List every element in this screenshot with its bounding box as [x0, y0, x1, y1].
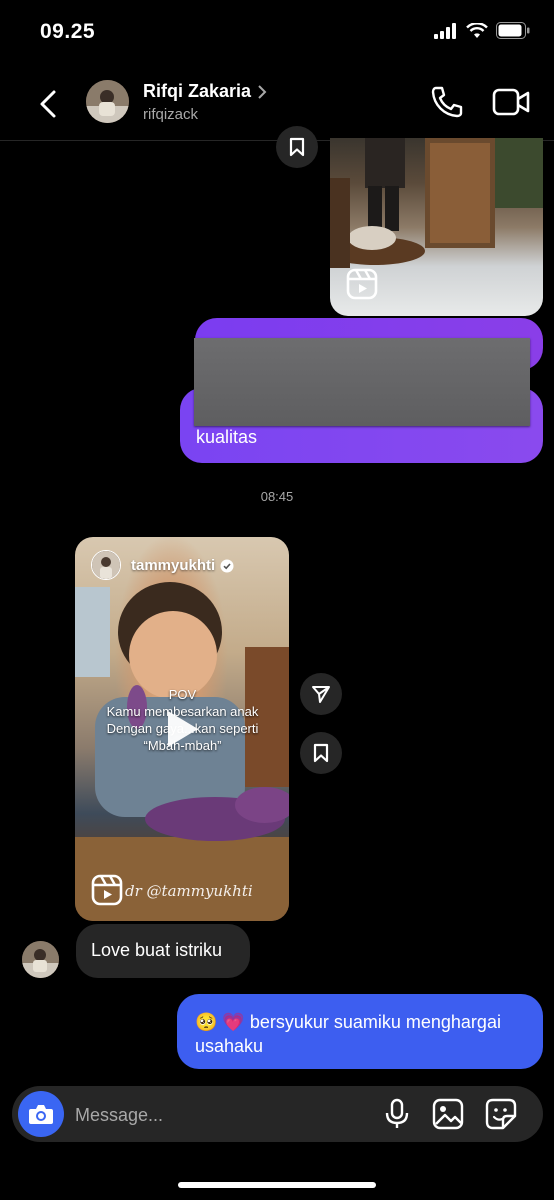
- reel-author[interactable]: tammyukhti: [131, 557, 234, 574]
- sender-avatar[interactable]: [22, 941, 59, 978]
- contact-name-text: Rifqi Zakaria: [143, 81, 252, 101]
- save-reel-button[interactable]: [300, 732, 342, 774]
- avatar[interactable]: [86, 80, 129, 123]
- sent-message-text: 🥺 💗 bersyukur suamiku menghargai usahaku: [195, 1012, 501, 1056]
- status-time: 09.25: [40, 20, 96, 43]
- chat-header: [0, 60, 554, 141]
- bookmark-icon: [313, 743, 329, 763]
- video-camera-icon[interactable]: [491, 85, 531, 119]
- microphone-icon[interactable]: [383, 1098, 411, 1130]
- save-reel-button[interactable]: [276, 126, 318, 168]
- home-indicator: [178, 1182, 376, 1188]
- message-timestamp: 08:45: [260, 489, 294, 504]
- bookmark-icon: [289, 137, 305, 157]
- sent-reel-preview[interactable]: [330, 138, 543, 316]
- reel-caption-line: POV: [168, 687, 197, 702]
- status-icons: [434, 22, 530, 39]
- sticker-icon[interactable]: [485, 1098, 517, 1130]
- redaction-overlay: [194, 338, 530, 426]
- camera-icon: [29, 1105, 53, 1124]
- back-icon[interactable]: [30, 86, 66, 122]
- camera-button[interactable]: [18, 1091, 64, 1137]
- phone-icon[interactable]: [428, 84, 466, 120]
- play-icon[interactable]: [164, 709, 200, 749]
- share-reel-button[interactable]: [300, 673, 342, 715]
- reel-credit: dr @tammyukhti: [125, 882, 253, 900]
- contact-name[interactable]: Rifqi Zakaria: [143, 81, 267, 102]
- contact-username: rifqizack: [143, 106, 199, 123]
- reels-icon: [346, 268, 378, 300]
- received-message-text: Love buat istriku: [91, 940, 223, 960]
- gallery-icon[interactable]: [432, 1098, 464, 1130]
- reel-author-name: tammyukhti: [131, 557, 216, 574]
- reel-author-avatar[interactable]: [91, 550, 121, 580]
- send-icon: [312, 686, 330, 703]
- signal-icon: [434, 22, 456, 39]
- message-input[interactable]: [75, 1103, 365, 1127]
- sent-message-text: kualitas: [196, 427, 258, 447]
- battery-icon: [496, 22, 530, 39]
- verified-icon: [220, 559, 234, 572]
- reels-icon: [91, 874, 123, 906]
- chevron-right-icon: [258, 84, 267, 99]
- wifi-icon: [466, 22, 488, 38]
